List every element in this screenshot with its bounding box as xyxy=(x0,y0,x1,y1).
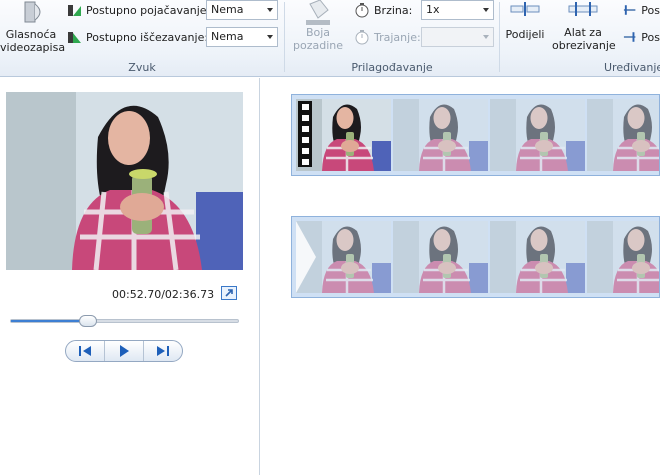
transition-arrow-icon xyxy=(296,221,316,293)
background-color-button[interactable]: Boja pozadine xyxy=(288,0,348,52)
seek-thumb[interactable] xyxy=(79,315,98,327)
video-preview[interactable] xyxy=(6,92,243,270)
speed-value: 1x xyxy=(426,3,440,16)
ribbon-separator xyxy=(284,2,285,72)
play-button[interactable] xyxy=(105,341,144,361)
timecode: 00:52.70/02:36.73 xyxy=(112,288,215,301)
video-volume-label-2: videozapisa xyxy=(0,41,66,54)
clip-thumbnail xyxy=(490,99,585,171)
fade-out-row: Postupno iščezavanje: xyxy=(66,27,208,47)
set-end-icon xyxy=(623,32,636,42)
audio-group-label: Zvuk xyxy=(128,61,156,74)
seek-bar[interactable] xyxy=(10,315,239,327)
fade-out-select[interactable]: Nema xyxy=(206,27,278,47)
clip-thumbnail xyxy=(490,221,585,293)
set-start-point-button[interactable]: Pos xyxy=(622,0,660,20)
adjust-group-label: Prilagođavanje xyxy=(351,61,433,74)
clip-thumbnails xyxy=(296,99,659,171)
background-color-label-1: Boja xyxy=(305,26,331,39)
duration-row: Trajanje: xyxy=(354,27,421,47)
video-clip-1[interactable] xyxy=(291,94,660,176)
stopwatch-icon xyxy=(355,3,369,18)
trim-tool-label-1: Alat za xyxy=(564,26,602,39)
previous-frame-icon xyxy=(79,346,91,356)
trim-icon xyxy=(568,2,598,16)
playback-controls xyxy=(65,340,183,362)
fade-in-value: Nema xyxy=(211,3,244,16)
clip-thumbnail xyxy=(587,221,659,293)
trim-tool-button[interactable]: Alat za obrezivanje xyxy=(552,0,616,52)
fade-in-icon xyxy=(68,5,81,16)
set-end-label: Pos xyxy=(641,30,660,44)
fade-in-row: Postupno pojačavanje: xyxy=(66,0,210,20)
set-end-point-button[interactable]: Pos xyxy=(622,27,660,47)
clip-thumbnail xyxy=(393,221,488,293)
fullscreen-preview-button[interactable] xyxy=(221,286,237,300)
clip-thumbnails xyxy=(296,221,659,293)
preview-pane: 00:52.70/02:36.73 xyxy=(0,78,260,475)
duration-label: Trajanje: xyxy=(374,30,421,44)
seek-bar-progress xyxy=(11,320,89,322)
previous-frame-button[interactable] xyxy=(66,341,105,361)
background-color-label-2: pozadine xyxy=(292,39,343,52)
speaker-icon xyxy=(24,1,41,23)
video-frame-image xyxy=(6,92,243,270)
next-frame-button[interactable] xyxy=(144,341,182,361)
speed-select[interactable]: 1x xyxy=(421,0,494,20)
split-button[interactable]: Podijeli xyxy=(504,0,546,41)
set-start-icon xyxy=(623,5,636,15)
next-frame-icon xyxy=(157,346,169,356)
expand-icon xyxy=(225,289,233,297)
chevron-down-icon xyxy=(267,8,273,12)
fade-out-label: Postupno iščezavanje: xyxy=(86,30,209,44)
set-start-label: Pos xyxy=(641,3,660,17)
ribbon: Glasnoća videozapisa Postupno pojačavanj… xyxy=(0,0,660,77)
play-icon xyxy=(120,345,129,357)
clip-thumbnail xyxy=(393,99,488,171)
chevron-down-icon xyxy=(483,8,489,12)
stopwatch-icon xyxy=(355,30,369,45)
edit-group-label: Uređivanje xyxy=(604,61,660,74)
split-icon xyxy=(510,2,540,16)
video-volume-button[interactable]: Glasnoća videozapisa xyxy=(0,0,66,54)
ribbon-separator xyxy=(499,2,500,72)
chevron-down-icon xyxy=(267,35,273,39)
split-label: Podijeli xyxy=(505,28,545,41)
paint-bucket-icon xyxy=(306,0,330,25)
speed-row: Brzina: xyxy=(354,0,412,20)
fade-out-icon xyxy=(68,32,81,43)
fade-in-select[interactable]: Nema xyxy=(206,0,278,20)
clip-thumbnail xyxy=(587,99,659,171)
speed-label: Brzina: xyxy=(374,3,413,17)
chevron-down-icon xyxy=(483,35,489,39)
trim-tool-label-2: obrezivanje xyxy=(552,39,616,52)
storyboard xyxy=(262,78,660,475)
video-clip-2[interactable] xyxy=(291,216,660,298)
fade-in-label: Postupno pojačavanje: xyxy=(86,3,211,17)
duration-select[interactable] xyxy=(421,27,494,47)
fade-out-value: Nema xyxy=(211,30,244,43)
video-volume-label-1: Glasnoća xyxy=(5,28,57,41)
film-strip-icon xyxy=(298,101,312,167)
